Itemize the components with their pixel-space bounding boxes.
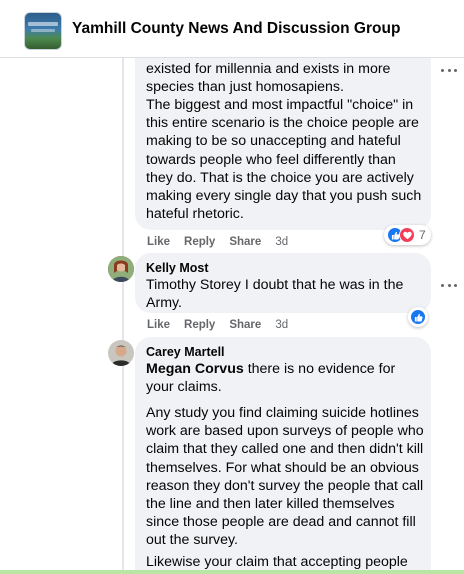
comment-bubble: existed for millennia and exists in more… [135, 50, 431, 230]
comment-timestamp[interactable]: 3d [275, 236, 288, 248]
comment-author[interactable]: Carey Martell [146, 345, 225, 359]
comment-text: The biggest and most impactful "choice" … [146, 97, 422, 223]
more-options-icon[interactable] [441, 281, 457, 289]
group-cover-thumbnail[interactable] [24, 12, 62, 50]
like-button[interactable]: Like [147, 236, 170, 248]
comment-bubble: Kelly Most Timothy Storey I doubt that h… [135, 253, 431, 313]
user-avatar[interactable] [108, 340, 134, 366]
user-avatar[interactable] [108, 256, 134, 282]
comment-bubble: Carey Martell Megan Corvus there is no e… [135, 337, 431, 574]
comment-text-first: Megan Corvus there is no evidence for yo… [146, 360, 426, 396]
group-header: Yamhill County News And Discussion Group [0, 0, 464, 58]
love-reaction-icon [399, 227, 415, 243]
reaction-summary[interactable] [408, 307, 428, 327]
reaction-count: 7 [419, 228, 426, 242]
share-button[interactable]: Share [229, 319, 261, 331]
more-options-icon[interactable] [441, 66, 457, 74]
user-mention[interactable]: Megan Corvus [146, 361, 244, 377]
comment-actions: Like Reply Share 3d [147, 319, 288, 331]
thread-line [122, 58, 124, 574]
comment-text: existed for millennia and exists in more… [146, 61, 391, 96]
comment-author[interactable]: Kelly Most [146, 261, 209, 275]
comment-text: Any study you find claiming suicide hotl… [146, 405, 424, 549]
reaction-summary[interactable]: 7 [384, 225, 431, 245]
group-name[interactable]: Yamhill County News And Discussion Group [72, 20, 400, 38]
comment-text: Timothy Storey I doubt that he was in th… [146, 277, 404, 312]
share-button[interactable]: Share [229, 236, 261, 248]
like-button[interactable]: Like [147, 319, 170, 331]
comment-actions: Like Reply Share 3d [147, 236, 288, 248]
like-reaction-icon [410, 309, 426, 325]
bottom-bar [0, 570, 464, 574]
comment-timestamp[interactable]: 3d [275, 319, 288, 331]
reply-button[interactable]: Reply [184, 319, 215, 331]
reply-button[interactable]: Reply [184, 236, 215, 248]
